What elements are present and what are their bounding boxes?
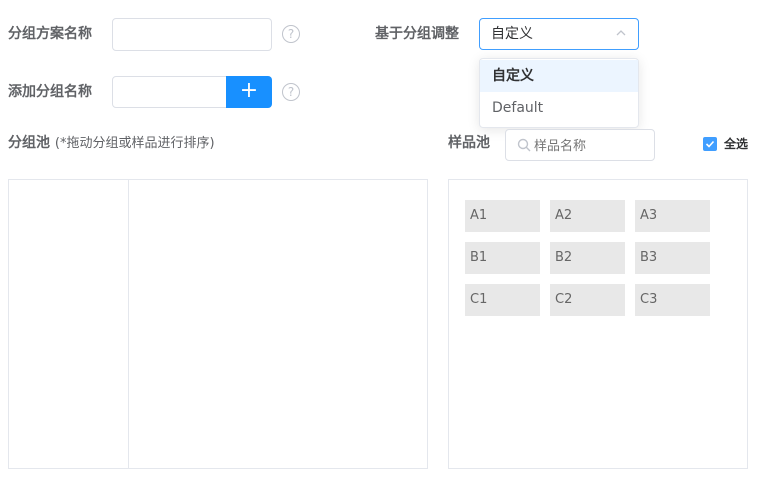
sample-chip[interactable]: C2 bbox=[550, 284, 625, 316]
select-all-checkbox[interactable]: 全选 bbox=[703, 137, 753, 153]
dropdown-option-custom[interactable]: 自定义 bbox=[480, 60, 638, 92]
based-on-label: 基于分组调整 bbox=[375, 26, 459, 42]
sample-search-input[interactable] bbox=[534, 134, 649, 156]
scheme-name-input[interactable] bbox=[112, 18, 272, 51]
sample-search-field[interactable] bbox=[505, 129, 655, 161]
sample-chip[interactable]: B2 bbox=[550, 242, 625, 274]
sample-chip[interactable]: B1 bbox=[465, 242, 540, 274]
group-pool-hint: (*拖动分组或样品进行排序) bbox=[54, 136, 215, 151]
add-group-button[interactable]: + bbox=[226, 76, 272, 108]
based-on-select[interactable]: 自定义 bbox=[479, 18, 639, 50]
group-pool-title: 分组池 (*拖动分组或样品进行排序) bbox=[8, 133, 215, 154]
sample-chip[interactable]: B3 bbox=[635, 242, 710, 274]
sample-pool-title: 样品池 bbox=[448, 135, 490, 151]
search-icon bbox=[517, 138, 531, 152]
help-icon[interactable]: ? bbox=[282, 25, 300, 43]
group-members-area[interactable] bbox=[129, 180, 427, 468]
add-group-label: 添加分组名称 bbox=[8, 84, 92, 100]
sample-chip[interactable]: C3 bbox=[635, 284, 710, 316]
based-on-dropdown: 自定义 Default bbox=[479, 58, 639, 128]
sample-chip[interactable]: A1 bbox=[465, 200, 540, 232]
select-all-label: 全选 bbox=[724, 137, 749, 151]
sample-pool-panel: A1 A2 A3 B1 B2 B3 C1 C2 C3 bbox=[448, 179, 748, 469]
sample-chip[interactable]: C1 bbox=[465, 284, 540, 316]
group-pool-panel bbox=[8, 179, 428, 469]
group-list[interactable] bbox=[9, 180, 128, 468]
add-group-input[interactable] bbox=[112, 76, 228, 108]
chevron-up-icon bbox=[616, 30, 626, 36]
help-icon[interactable]: ? bbox=[282, 83, 300, 101]
scheme-name-label: 分组方案名称 bbox=[8, 26, 92, 42]
based-on-selected-value: 自定义 bbox=[491, 26, 533, 42]
checkbox-checked-icon bbox=[703, 137, 717, 151]
dropdown-option-default[interactable]: Default bbox=[480, 92, 638, 124]
group-pool-title-text: 分组池 bbox=[8, 135, 50, 151]
sample-chip[interactable]: A3 bbox=[635, 200, 710, 232]
sample-chip[interactable]: A2 bbox=[550, 200, 625, 232]
